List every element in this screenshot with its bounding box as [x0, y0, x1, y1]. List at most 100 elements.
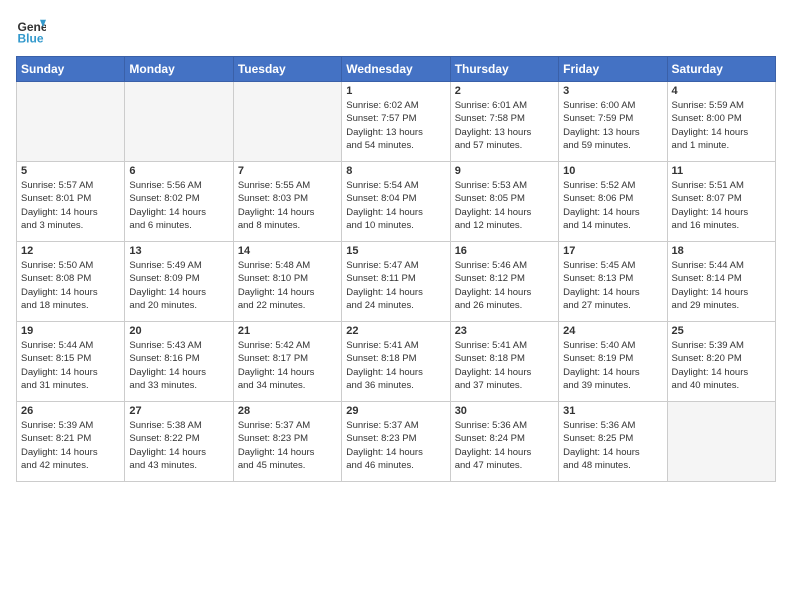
day-number: 12 — [21, 245, 120, 257]
day-number: 18 — [672, 245, 771, 257]
day-info: Sunrise: 5:53 AM Sunset: 8:05 PM Dayligh… — [455, 179, 554, 232]
day-number: 13 — [129, 245, 228, 257]
day-number: 16 — [455, 245, 554, 257]
calendar-cell: 12Sunrise: 5:50 AM Sunset: 8:08 PM Dayli… — [17, 242, 125, 322]
day-info: Sunrise: 5:38 AM Sunset: 8:22 PM Dayligh… — [129, 419, 228, 472]
day-info: Sunrise: 5:49 AM Sunset: 8:09 PM Dayligh… — [129, 259, 228, 312]
column-header-saturday: Saturday — [667, 57, 775, 82]
day-info: Sunrise: 5:36 AM Sunset: 8:25 PM Dayligh… — [563, 419, 662, 472]
day-info: Sunrise: 5:59 AM Sunset: 8:00 PM Dayligh… — [672, 99, 771, 152]
day-number: 6 — [129, 165, 228, 177]
calendar-cell — [125, 82, 233, 162]
day-number: 21 — [238, 325, 337, 337]
logo-icon: General Blue — [16, 16, 46, 46]
day-info: Sunrise: 5:41 AM Sunset: 8:18 PM Dayligh… — [455, 339, 554, 392]
day-number: 24 — [563, 325, 662, 337]
calendar-cell: 29Sunrise: 5:37 AM Sunset: 8:23 PM Dayli… — [342, 402, 450, 482]
calendar-cell: 15Sunrise: 5:47 AM Sunset: 8:11 PM Dayli… — [342, 242, 450, 322]
day-info: Sunrise: 5:39 AM Sunset: 8:20 PM Dayligh… — [672, 339, 771, 392]
day-info: Sunrise: 5:41 AM Sunset: 8:18 PM Dayligh… — [346, 339, 445, 392]
day-number: 28 — [238, 405, 337, 417]
day-number: 14 — [238, 245, 337, 257]
day-number: 20 — [129, 325, 228, 337]
calendar-cell: 10 Sunrise: 5:52 AM Sunset: 8:06 PM Dayli… — [559, 162, 667, 242]
day-info: Sunrise: 5:43 AM Sunset: 8:16 PM Dayligh… — [129, 339, 228, 392]
week-row-2: 12Sunrise: 5:50 AM Sunset: 8:08 PM Dayli… — [17, 242, 776, 322]
calendar-cell — [667, 402, 775, 482]
calendar-table: SundayMondayTuesdayWednesdayThursdayFrid… — [16, 56, 776, 482]
day-number: 10 — [563, 165, 662, 177]
day-number: 27 — [129, 405, 228, 417]
calendar-cell: 8 Sunrise: 5:54 AM Sunset: 8:04 PM Daylig… — [342, 162, 450, 242]
day-number: 31 — [563, 405, 662, 417]
calendar-cell: 1 Sunrise: 6:02 AM Sunset: 7:57 PM Daylig… — [342, 82, 450, 162]
day-number: 22 — [346, 325, 445, 337]
day-info: Sunrise: 5:57 AM Sunset: 8:01 PM Dayligh… — [21, 179, 120, 232]
page-header: General Blue — [16, 16, 776, 46]
day-info: Sunrise: 5:44 AM Sunset: 8:14 PM Dayligh… — [672, 259, 771, 312]
day-number: 26 — [21, 405, 120, 417]
calendar-cell: 26 Sunrise: 5:39 AM Sunset: 8:21 PM Dayli… — [17, 402, 125, 482]
calendar-cell: 18 Sunrise: 5:44 AM Sunset: 8:14 PM Dayli… — [667, 242, 775, 322]
calendar-header-row: SundayMondayTuesdayWednesdayThursdayFrid… — [17, 57, 776, 82]
week-row-3: 19Sunrise: 5:44 AM Sunset: 8:15 PM Dayli… — [17, 322, 776, 402]
day-number: 4 — [672, 85, 771, 97]
calendar-cell — [233, 82, 341, 162]
day-info: Sunrise: 5:45 AM Sunset: 8:13 PM Dayligh… — [563, 259, 662, 312]
day-info: Sunrise: 6:02 AM Sunset: 7:57 PM Dayligh… — [346, 99, 445, 152]
calendar-cell: 30Sunrise: 5:36 AM Sunset: 8:24 PM Dayli… — [450, 402, 558, 482]
column-header-monday: Monday — [125, 57, 233, 82]
day-info: Sunrise: 5:48 AM Sunset: 8:10 PM Dayligh… — [238, 259, 337, 312]
calendar-cell: 2Sunrise: 6:01 AM Sunset: 7:58 PM Daylig… — [450, 82, 558, 162]
calendar-cell: 19Sunrise: 5:44 AM Sunset: 8:15 PM Dayli… — [17, 322, 125, 402]
calendar-cell: 23 Sunrise: 5:41 AM Sunset: 8:18 PM Dayli… — [450, 322, 558, 402]
day-info: Sunrise: 6:00 AM Sunset: 7:59 PM Dayligh… — [563, 99, 662, 152]
day-info: Sunrise: 5:47 AM Sunset: 8:11 PM Dayligh… — [346, 259, 445, 312]
column-header-tuesday: Tuesday — [233, 57, 341, 82]
column-header-sunday: Sunday — [17, 57, 125, 82]
calendar-cell: 27 Sunrise: 5:38 AM Sunset: 8:22 PM Dayli… — [125, 402, 233, 482]
calendar-cell: 20 Sunrise: 5:43 AM Sunset: 8:16 PM Dayli… — [125, 322, 233, 402]
day-info: Sunrise: 5:51 AM Sunset: 8:07 PM Dayligh… — [672, 179, 771, 232]
column-header-wednesday: Wednesday — [342, 57, 450, 82]
calendar-cell: 28 Sunrise: 5:37 AM Sunset: 8:23 PM Dayli… — [233, 402, 341, 482]
day-info: Sunrise: 5:52 AM Sunset: 8:06 PM Dayligh… — [563, 179, 662, 232]
calendar-cell: 31 Sunrise: 5:36 AM Sunset: 8:25 PM Dayli… — [559, 402, 667, 482]
calendar-body: 1 Sunrise: 6:02 AM Sunset: 7:57 PM Daylig… — [17, 82, 776, 482]
day-info: Sunrise: 6:01 AM Sunset: 7:58 PM Dayligh… — [455, 99, 554, 152]
calendar-cell: 22 Sunrise: 5:41 AM Sunset: 8:18 PM Dayli… — [342, 322, 450, 402]
day-number: 1 — [346, 85, 445, 97]
day-info: Sunrise: 5:55 AM Sunset: 8:03 PM Dayligh… — [238, 179, 337, 232]
day-number: 23 — [455, 325, 554, 337]
calendar-cell: 7Sunrise: 5:55 AM Sunset: 8:03 PM Daylig… — [233, 162, 341, 242]
day-info: Sunrise: 5:42 AM Sunset: 8:17 PM Dayligh… — [238, 339, 337, 392]
column-header-friday: Friday — [559, 57, 667, 82]
day-info: Sunrise: 5:36 AM Sunset: 8:24 PM Dayligh… — [455, 419, 554, 472]
day-info: Sunrise: 5:56 AM Sunset: 8:02 PM Dayligh… — [129, 179, 228, 232]
calendar-cell: 4 Sunrise: 5:59 AM Sunset: 8:00 PM Daylig… — [667, 82, 775, 162]
calendar-cell: 6 Sunrise: 5:56 AM Sunset: 8:02 PM Daylig… — [125, 162, 233, 242]
day-info: Sunrise: 5:46 AM Sunset: 8:12 PM Dayligh… — [455, 259, 554, 312]
calendar-cell: 5 Sunrise: 5:57 AM Sunset: 8:01 PM Daylig… — [17, 162, 125, 242]
week-row-0: 1 Sunrise: 6:02 AM Sunset: 7:57 PM Daylig… — [17, 82, 776, 162]
logo: General Blue — [16, 16, 50, 46]
day-info: Sunrise: 5:40 AM Sunset: 8:19 PM Dayligh… — [563, 339, 662, 392]
day-number: 25 — [672, 325, 771, 337]
calendar-cell — [17, 82, 125, 162]
day-info: Sunrise: 5:54 AM Sunset: 8:04 PM Dayligh… — [346, 179, 445, 232]
day-number: 19 — [21, 325, 120, 337]
calendar-cell: 21 Sunrise: 5:42 AM Sunset: 8:17 PM Dayli… — [233, 322, 341, 402]
calendar-cell: 25 Sunrise: 5:39 AM Sunset: 8:20 PM Dayli… — [667, 322, 775, 402]
day-number: 11 — [672, 165, 771, 177]
day-number: 8 — [346, 165, 445, 177]
day-info: Sunrise: 5:37 AM Sunset: 8:23 PM Dayligh… — [238, 419, 337, 472]
calendar-cell: 3Sunrise: 6:00 AM Sunset: 7:59 PM Daylig… — [559, 82, 667, 162]
week-row-1: 5 Sunrise: 5:57 AM Sunset: 8:01 PM Daylig… — [17, 162, 776, 242]
calendar-cell: 11 Sunrise: 5:51 AM Sunset: 8:07 PM Dayli… — [667, 162, 775, 242]
day-info: Sunrise: 5:37 AM Sunset: 8:23 PM Dayligh… — [346, 419, 445, 472]
svg-text:Blue: Blue — [18, 31, 44, 45]
day-number: 5 — [21, 165, 120, 177]
day-info: Sunrise: 5:39 AM Sunset: 8:21 PM Dayligh… — [21, 419, 120, 472]
calendar-cell: 14 Sunrise: 5:48 AM Sunset: 8:10 PM Dayli… — [233, 242, 341, 322]
calendar-cell: 13 Sunrise: 5:49 AM Sunset: 8:09 PM Dayli… — [125, 242, 233, 322]
